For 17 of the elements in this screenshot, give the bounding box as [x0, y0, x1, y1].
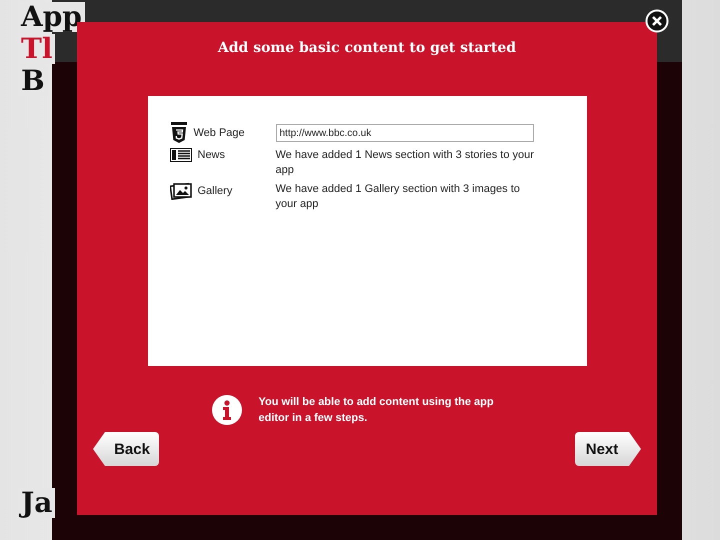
- row-description: We have added 1 News section with 3 stories to your app: [276, 148, 535, 178]
- html5-icon: [170, 122, 188, 144]
- logo-text: Ja: [18, 488, 56, 518]
- row-label: News: [198, 149, 226, 161]
- logo-text: Tl: [18, 34, 56, 64]
- dialog-title: Add some basic content to get started: [218, 40, 516, 56]
- next-button[interactable]: Next: [575, 432, 641, 466]
- photos-icon: [170, 182, 192, 200]
- logo-text: App: [18, 2, 85, 32]
- info-message: You will be able to add content using the app editor in a few steps.: [258, 395, 495, 426]
- info-icon: [210, 394, 242, 426]
- row-label: Web Page: [194, 127, 245, 139]
- row-label: Gallery: [198, 185, 232, 197]
- back-button[interactable]: Back: [93, 432, 159, 466]
- row-description: We have added 1 Gallery section with 3 images to your app: [276, 182, 521, 212]
- newspaper-icon: [170, 148, 192, 162]
- url-input-field[interactable]: http://www.bbc.co.uk: [276, 124, 534, 142]
